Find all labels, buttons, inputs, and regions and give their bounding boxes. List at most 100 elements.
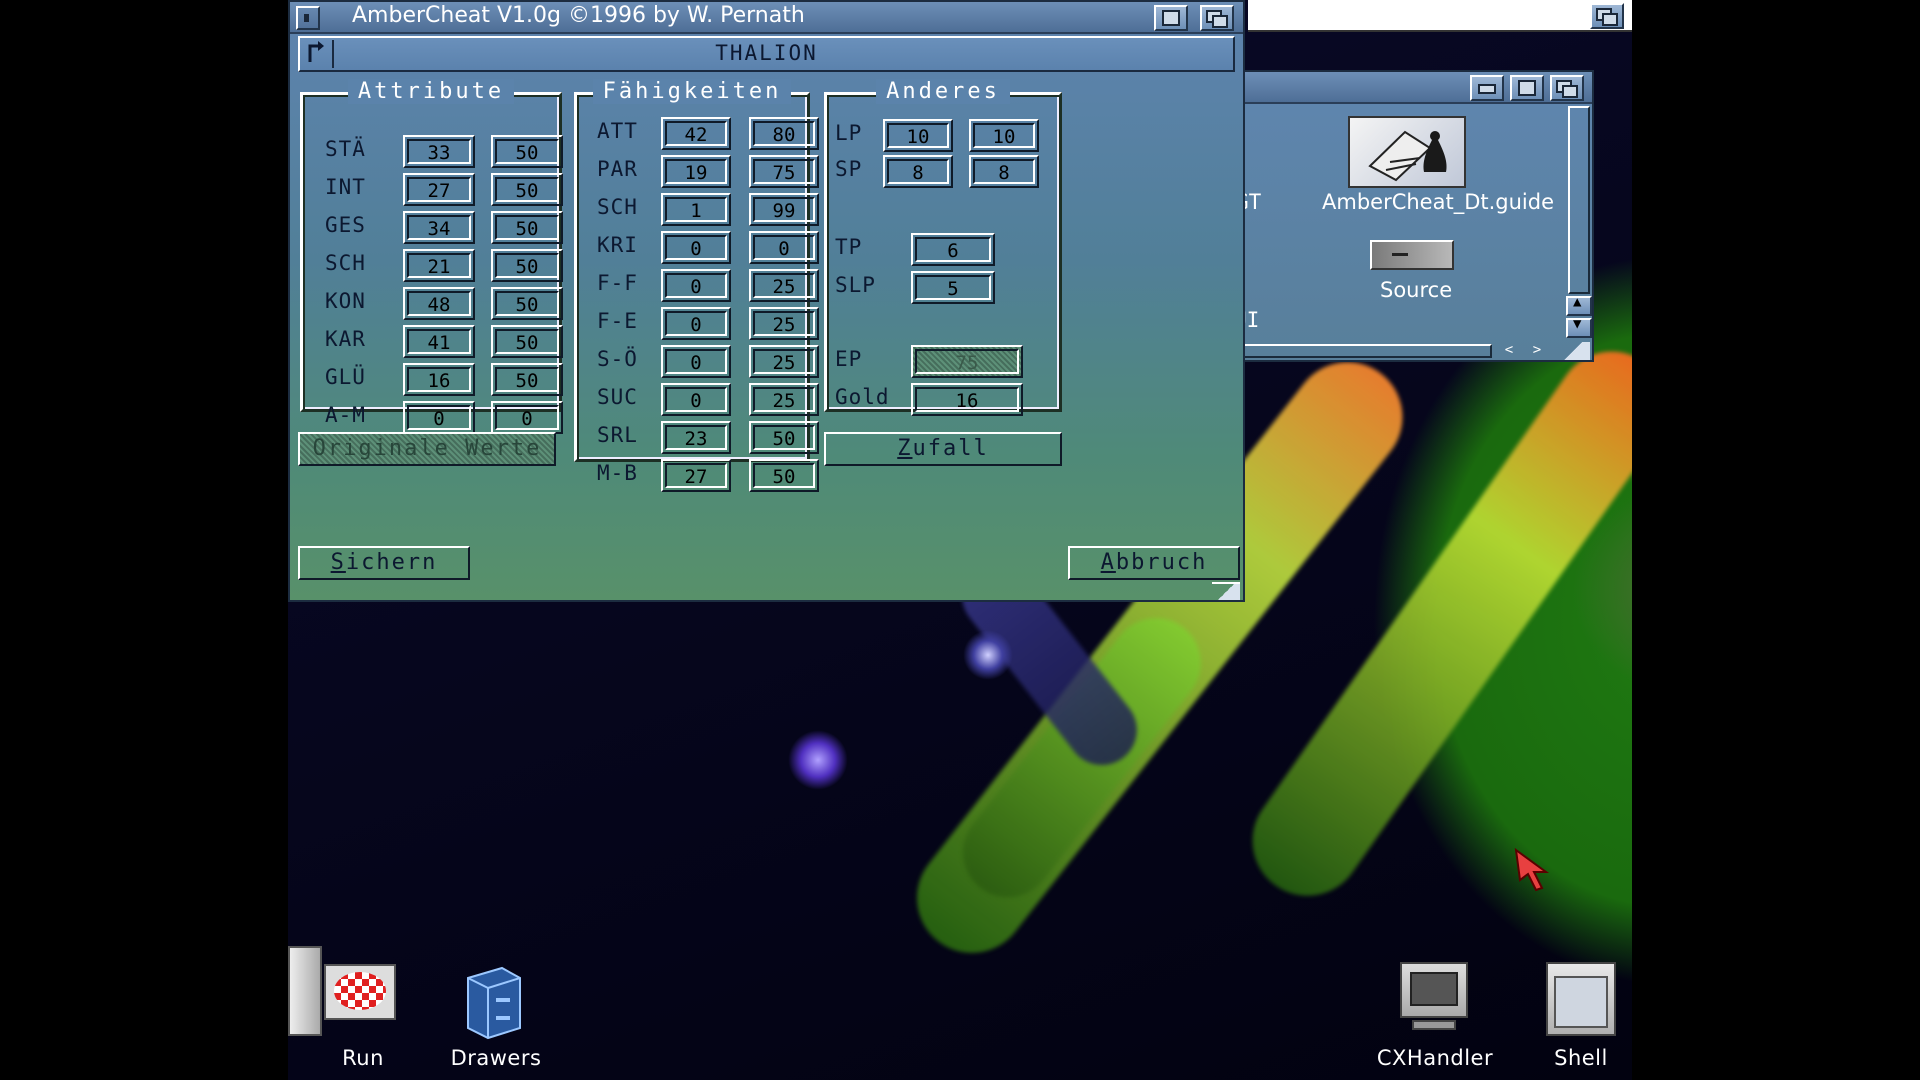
- wallpaper-star: [788, 730, 848, 790]
- faehigkeiten-label: F-E: [597, 309, 638, 333]
- shell-label[interactable]: Shell: [1534, 1046, 1628, 1070]
- source-drawer-label[interactable]: Source: [1380, 278, 1452, 302]
- faehigkeiten-label: SCH: [597, 195, 638, 219]
- scroll-up-arrow-icon[interactable]: ▲: [1566, 294, 1592, 316]
- cxhandler-icon[interactable]: [1396, 958, 1472, 1038]
- iconify-button[interactable]: [1470, 75, 1504, 101]
- faehigkeiten-max-field[interactable]: 99: [749, 193, 819, 226]
- faehigkeiten-max-field[interactable]: 80: [749, 117, 819, 150]
- faehigkeiten-max-field[interactable]: 25: [749, 307, 819, 340]
- drawer-window[interactable]: t AmberCheat_Dt.guide GT UI Source ▲ ▼ <…: [1232, 70, 1594, 362]
- faehigkeiten-max-field[interactable]: 75: [749, 155, 819, 188]
- scroll-left-arrow-icon[interactable]: <: [1496, 342, 1522, 358]
- attribute-current-field[interactable]: 0: [403, 401, 475, 434]
- attribute-current-field[interactable]: 48: [403, 287, 475, 320]
- attribute-current-field[interactable]: 33: [403, 135, 475, 168]
- depth-button[interactable]: [1200, 5, 1234, 31]
- faehigkeiten-current-field[interactable]: 19: [661, 155, 731, 188]
- workbench-screen: t AmberCheat_Dt.guide GT UI Source ▲ ▼ <…: [288, 0, 1632, 1080]
- run-label[interactable]: Run: [318, 1046, 408, 1070]
- cancel-button[interactable]: Abbruch: [1068, 546, 1240, 580]
- drawers-icon[interactable]: [462, 964, 526, 1040]
- cxhandler-label[interactable]: CXHandler: [1368, 1046, 1502, 1070]
- zoom-button[interactable]: [1154, 5, 1188, 31]
- faehigkeiten-max-field[interactable]: 50: [749, 459, 819, 492]
- faehigkeiten-max-field[interactable]: 50: [749, 421, 819, 454]
- save-button[interactable]: Sichern: [298, 546, 470, 580]
- mouse-pointer-icon: [1514, 848, 1550, 892]
- depth-button[interactable]: [1550, 75, 1584, 101]
- attribute-max-field[interactable]: 50: [491, 325, 563, 358]
- guide-file-label[interactable]: AmberCheat_Dt.guide: [1322, 190, 1554, 214]
- faehigkeiten-current-field[interactable]: 0: [661, 231, 731, 264]
- faehigkeiten-current-field[interactable]: 42: [661, 117, 731, 150]
- attribute-label: KAR: [325, 327, 366, 351]
- faehigkeiten-max-field[interactable]: 0: [749, 231, 819, 264]
- attribute-current-field[interactable]: 21: [403, 249, 475, 282]
- anderes-group-title: Anderes: [876, 79, 1010, 104]
- faehigkeiten-current-field[interactable]: 0: [661, 383, 731, 416]
- faehigkeiten-label: KRI: [597, 233, 638, 257]
- faehigkeiten-current-field[interactable]: 23: [661, 421, 731, 454]
- faehigkeiten-label: SUC: [597, 385, 638, 409]
- scroll-down-arrow-icon[interactable]: ▼: [1566, 316, 1592, 338]
- zoom-button[interactable]: [1510, 75, 1544, 101]
- faehigkeiten-label: M-B: [597, 461, 638, 485]
- size-gadget-icon[interactable]: [1556, 342, 1590, 360]
- run-icon[interactable]: [288, 940, 408, 1040]
- attribute-max-field[interactable]: 50: [491, 363, 563, 396]
- attribute-max-field[interactable]: 0: [491, 401, 563, 434]
- faehigkeiten-max-field[interactable]: 25: [749, 345, 819, 378]
- lp-current-field[interactable]: 10: [883, 119, 953, 152]
- attribute-current-field[interactable]: 41: [403, 325, 475, 358]
- ep-label: EP: [835, 347, 863, 371]
- attribute-label: INT: [325, 175, 366, 199]
- faehigkeiten-current-field[interactable]: 1: [661, 193, 731, 226]
- source-drawer-icon[interactable]: [1370, 240, 1454, 270]
- screen-depth-button[interactable]: [1590, 3, 1624, 29]
- original-values-button: Originale Werte: [298, 432, 556, 466]
- faehigkeiten-group-title: Fähigkeiten: [592, 79, 792, 104]
- ep-field: 75: [911, 345, 1023, 378]
- attribute-max-field[interactable]: 50: [491, 173, 563, 206]
- faehigkeiten-label: SRL: [597, 423, 638, 447]
- anderes-group: Anderes LP 10 10 SP 8 8 TP 6 SLP 5 EP 75…: [824, 79, 1062, 416]
- faehigkeiten-current-field[interactable]: 0: [661, 307, 731, 340]
- ambercheat-title-bar[interactable]: AmberCheat V1.0g ©1996 by W. Pernath: [290, 2, 1243, 34]
- tp-field[interactable]: 6: [911, 233, 995, 266]
- company-label: THALION: [715, 41, 818, 65]
- attribute-current-field[interactable]: 27: [403, 173, 475, 206]
- attribute-max-field[interactable]: 50: [491, 287, 563, 320]
- attribute-max-field[interactable]: 50: [491, 249, 563, 282]
- window-size-gadget-icon[interactable]: [1212, 582, 1240, 600]
- attribute-current-field[interactable]: 16: [403, 363, 475, 396]
- attribute-group-title: Attribute: [347, 79, 515, 104]
- faehigkeiten-label: S-Ö: [597, 347, 638, 371]
- screen-titlebar: [1248, 0, 1632, 32]
- faehigkeiten-current-field[interactable]: 0: [661, 269, 731, 302]
- gold-field[interactable]: 16: [911, 383, 1023, 416]
- guide-file-icon[interactable]: [1348, 116, 1466, 188]
- close-button[interactable]: [296, 6, 320, 30]
- sp-current-field[interactable]: 8: [883, 155, 953, 188]
- shell-icon[interactable]: [1546, 962, 1616, 1036]
- faehigkeiten-current-field[interactable]: 0: [661, 345, 731, 378]
- horizontal-scrollbar[interactable]: [1238, 344, 1492, 358]
- faehigkeiten-max-field[interactable]: 25: [749, 383, 819, 416]
- lp-max-field[interactable]: 10: [969, 119, 1039, 152]
- attribute-max-field[interactable]: 50: [491, 135, 563, 168]
- slp-label: SLP: [835, 273, 876, 297]
- vertical-scrollbar[interactable]: [1568, 106, 1590, 294]
- faehigkeiten-max-field[interactable]: 25: [749, 269, 819, 302]
- random-button[interactable]: Zufall: [824, 432, 1062, 466]
- drawers-label[interactable]: Drawers: [438, 1046, 554, 1070]
- sp-max-field[interactable]: 8: [969, 155, 1039, 188]
- tp-label: TP: [835, 235, 863, 259]
- faehigkeiten-current-field[interactable]: 27: [661, 459, 731, 492]
- attribute-max-field[interactable]: 50: [491, 211, 563, 244]
- attribute-current-field[interactable]: 34: [403, 211, 475, 244]
- slp-field[interactable]: 5: [911, 271, 995, 304]
- scroll-right-arrow-icon[interactable]: >: [1524, 342, 1550, 358]
- ambercheat-window[interactable]: AmberCheat V1.0g ©1996 by W. Pernath THA…: [288, 0, 1245, 602]
- drawer-title-bar[interactable]: t: [1234, 72, 1592, 104]
